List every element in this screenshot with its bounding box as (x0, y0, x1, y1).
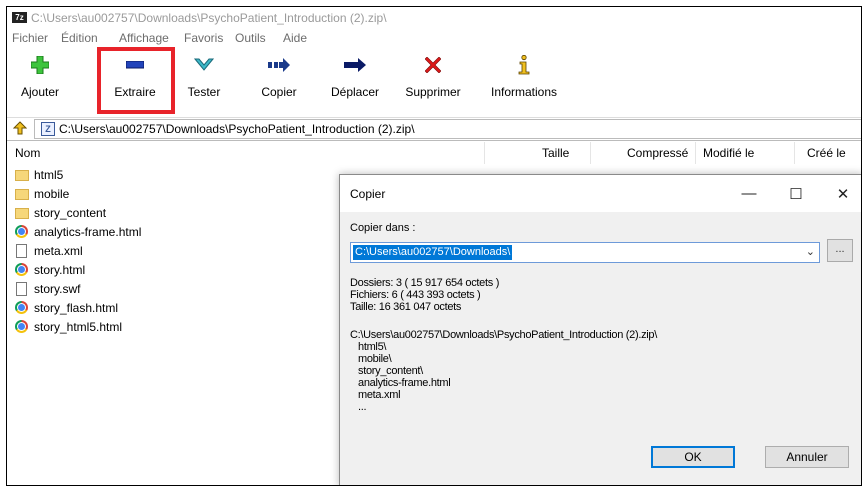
app-7z-icon: 7z (12, 12, 27, 23)
up-folder-icon[interactable] (12, 121, 28, 140)
move-label: Déplacer (330, 85, 380, 99)
info-icon (481, 53, 567, 77)
dialog-title-bar: Copier — ☐ ✕ (340, 175, 861, 212)
copy-dialog: Copier — ☐ ✕ Copier dans : C:\Users\au00… (339, 174, 861, 485)
move-button[interactable]: Déplacer (325, 49, 385, 105)
minimize-button[interactable]: — (730, 175, 768, 212)
list-item[interactable]: story_flash.html (15, 298, 118, 317)
maximize-button[interactable]: ☐ (777, 175, 815, 212)
menu-favoris[interactable]: Favoris (184, 31, 223, 45)
delete-button[interactable]: Supprimer (395, 49, 471, 105)
column-divider (590, 142, 591, 164)
column-divider (695, 142, 696, 164)
menu-outils[interactable]: Outils (235, 31, 266, 45)
chevron-down-icon[interactable]: ⌄ (806, 245, 815, 258)
window: 7z C:\Users\au002757\Downloads\PsychoPat… (6, 6, 862, 486)
col-size[interactable]: Taille (542, 146, 569, 160)
plus-icon (15, 53, 65, 77)
source-item: html5\ (358, 341, 387, 353)
list-item[interactable]: mobile (15, 184, 69, 203)
info-button[interactable]: Informations (481, 49, 567, 105)
destination-combobox[interactable]: C:\Users\au002757\Downloads\ ⌄ (350, 242, 820, 263)
folder-icon (15, 206, 29, 220)
move-arrow-icon (325, 53, 385, 77)
col-name[interactable]: Nom (15, 146, 40, 160)
list-item[interactable]: story_html5.html (15, 317, 122, 336)
window-title: C:\Users\au002757\Downloads\PsychoPatien… (31, 11, 387, 25)
folders-count: Dossiers: 3 ( 15 917 654 octets ) (350, 277, 500, 289)
delete-label: Supprimer (405, 85, 461, 99)
menu-fichier[interactable]: Fichier (12, 31, 48, 45)
menu-edition[interactable]: Édition (61, 31, 98, 45)
list-item[interactable]: analytics-frame.html (15, 222, 141, 241)
menu-aide[interactable]: Aide (283, 31, 307, 45)
source-item: mobile\ (358, 353, 392, 365)
browse-button[interactable]: ... (827, 239, 853, 262)
zip-archive-icon: Z (41, 122, 55, 136)
add-button[interactable]: Ajouter (15, 49, 65, 105)
source-item-ellipsis: ... (358, 401, 367, 413)
chrome-icon (15, 300, 29, 315)
info-label: Informations (490, 85, 558, 99)
list-item[interactable]: story.html (15, 260, 85, 279)
copy-button[interactable]: Copier (251, 49, 307, 105)
test-label: Tester (187, 85, 221, 99)
dialog-title: Copier (350, 187, 386, 201)
address-field[interactable]: Z C:\Users\au002757\Downloads\PsychoPati… (34, 119, 861, 139)
copy-to-label: Copier dans : (350, 222, 416, 234)
source-path: C:\Users\au002757\Downloads\PsychoPatien… (350, 329, 658, 341)
check-icon (179, 53, 229, 77)
close-button[interactable]: ✕ (824, 175, 861, 212)
col-compressed[interactable]: Compressé (627, 146, 688, 160)
source-item: meta.xml (358, 389, 401, 401)
column-divider (484, 142, 485, 164)
files-count: Fichiers: 6 ( 443 393 octets ) (350, 289, 481, 301)
menu-bar: Fichier Édition Affichage Favoris Outils… (7, 29, 861, 47)
folder-icon (15, 187, 29, 201)
maximize-icon: ☐ (789, 185, 803, 203)
title-bar: 7z C:\Users\au002757\Downloads\PsychoPat… (7, 7, 861, 29)
test-button[interactable]: Tester (179, 49, 229, 105)
menu-affichage[interactable]: Affichage (119, 31, 169, 45)
column-divider (794, 142, 795, 164)
list-item[interactable]: story.swf (15, 279, 80, 298)
folder-icon (15, 168, 29, 182)
copy-label: Copier (261, 85, 297, 99)
ok-button[interactable]: OK (651, 446, 735, 468)
source-item: analytics-frame.html (358, 377, 451, 389)
list-header: Nom Taille Compressé Modifié le Créé le (7, 142, 861, 164)
source-item: story_content\ (358, 365, 423, 377)
list-item[interactable]: html5 (15, 165, 63, 184)
minimize-icon: — (741, 185, 757, 202)
chrome-icon (15, 262, 29, 277)
file-icon (15, 281, 29, 296)
address-bar: Z C:\Users\au002757\Downloads\PsychoPati… (7, 117, 861, 141)
extract-highlight-box (97, 47, 175, 114)
chrome-icon (15, 319, 29, 334)
total-size: Taille: 16 361 047 octets (350, 301, 462, 313)
cancel-button[interactable]: Annuler (765, 446, 849, 468)
copy-arrow-icon (251, 53, 307, 77)
destination-path: C:\Users\au002757\Downloads\ (353, 245, 513, 260)
file-icon (15, 243, 29, 258)
col-created[interactable]: Créé le (807, 146, 846, 160)
chrome-icon (15, 224, 29, 239)
add-label: Ajouter (20, 85, 60, 99)
address-path: C:\Users\au002757\Downloads\PsychoPatien… (59, 122, 415, 136)
x-icon (395, 53, 471, 77)
close-icon: ✕ (836, 185, 850, 203)
list-item[interactable]: story_content (15, 203, 106, 222)
col-modified[interactable]: Modifié le (703, 146, 754, 160)
list-item[interactable]: meta.xml (15, 241, 83, 260)
